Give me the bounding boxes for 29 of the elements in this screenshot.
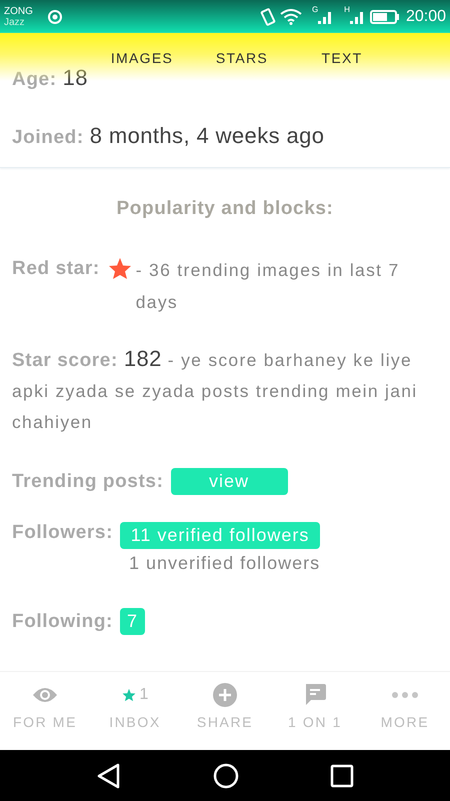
field-value: 18 [62,65,88,90]
section-heading: Popularity and blocks: [116,198,334,220]
field-label: Trending posts: [12,470,164,492]
tab[interactable]: IMAGES [92,33,192,66]
nav-item[interactable]: SHARE [180,672,270,750]
tab[interactable]: TEXT [292,33,392,66]
inbox-count: 1 [140,686,148,704]
clock-time: 20:00 [406,8,446,26]
field-label: Age: [12,69,57,90]
description-text: - 36 trending images in last 7 days [136,259,400,314]
nav-item[interactable]: 1 ON 1 [270,672,360,750]
network-type: H [344,5,350,14]
carrier-name: Jazz [4,16,26,28]
network-type: G [312,5,318,14]
unverified-followers-text: 1 unverified followers [129,553,320,574]
verified-followers-button[interactable]: 11 verified followers [120,522,320,549]
field-label: Joined: [12,127,84,148]
nav-item[interactable]: FOR ME [0,672,90,750]
nav-item[interactable]: 1 INBOX [90,672,180,750]
tab[interactable]: STARS [192,33,292,66]
following-count-button[interactable]: 7 [120,608,145,635]
field-label: Followers: [12,522,114,544]
view-button[interactable]: view [170,468,288,495]
carrier-name: ZONG [4,6,33,16]
field-label: Red star: [12,257,100,281]
star-score-text: Star score: 182 - ye score barhaney ke liye apki zyada se zyada posts trending mein jani chahiyen [12,345,418,434]
nav-item[interactable]: MORE [360,672,450,750]
field-value: 8 months, 4 weeks ago [90,123,324,148]
field-label: Following: [12,610,113,632]
